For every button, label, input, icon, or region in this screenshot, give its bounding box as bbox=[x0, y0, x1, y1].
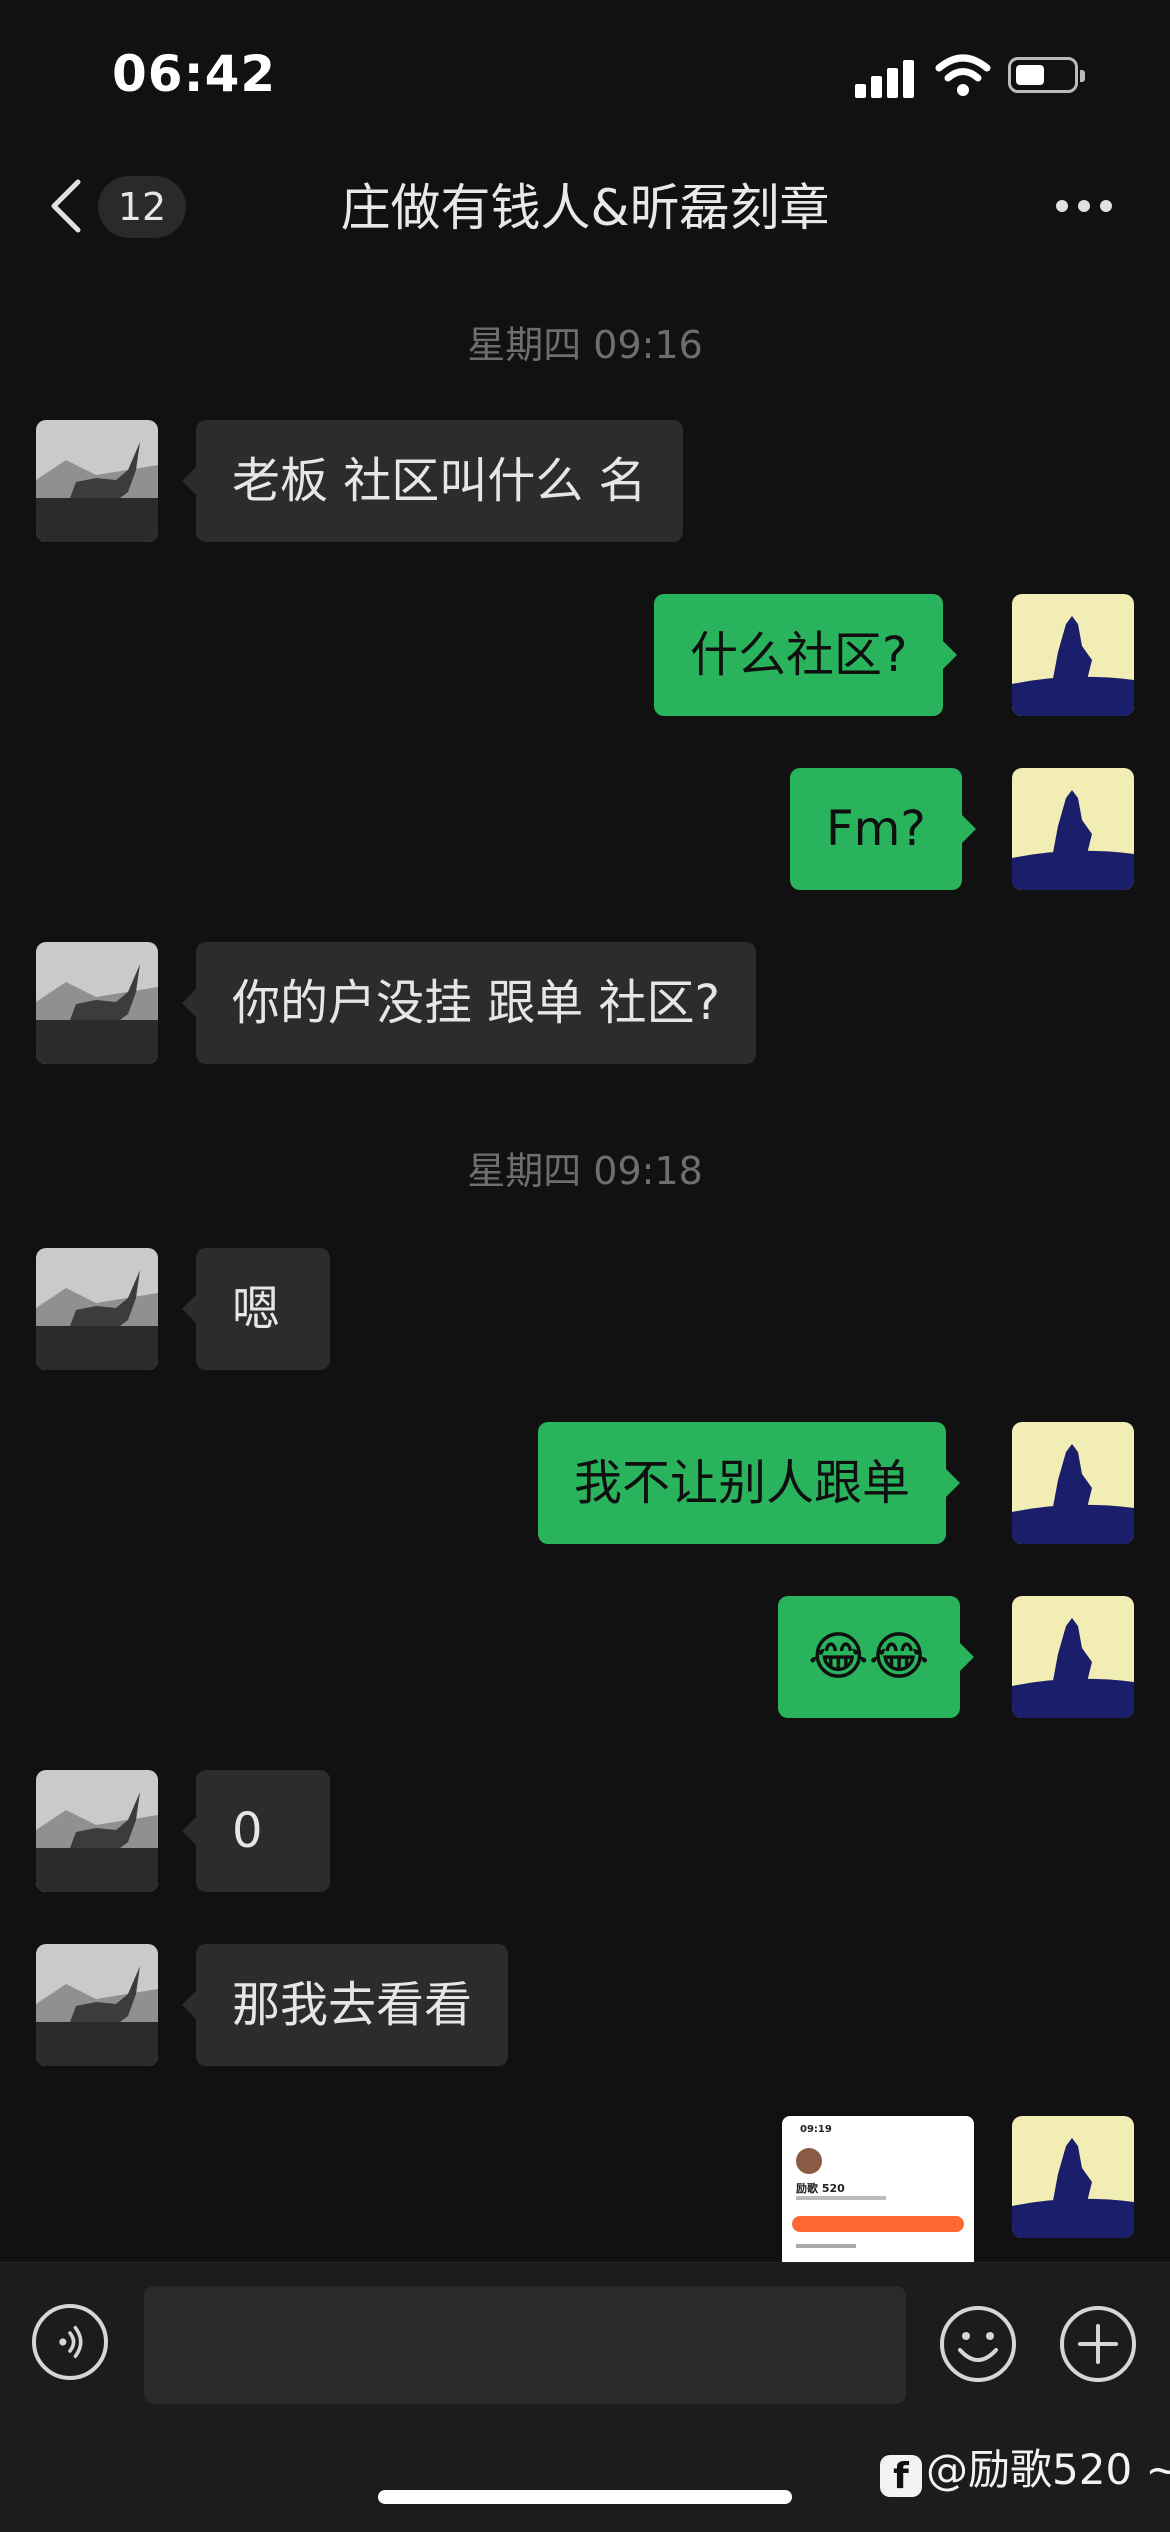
message-bubble-outgoing[interactable]: 😂😂 bbox=[778, 1596, 974, 1718]
contact-avatar[interactable] bbox=[36, 420, 158, 542]
unread-count-badge[interactable]: 12 bbox=[98, 176, 186, 238]
my-avatar[interactable] bbox=[1012, 1596, 1134, 1718]
thumbnail-row bbox=[796, 2244, 856, 2248]
message-bubble-outgoing[interactable]: Fm? bbox=[790, 768, 976, 890]
my-avatar[interactable] bbox=[1012, 2116, 1134, 2238]
timestamp: 星期四 09:16 bbox=[467, 323, 703, 367]
contact-avatar[interactable] bbox=[36, 1944, 158, 2066]
timestamp: 星期四 09:18 bbox=[467, 1149, 703, 1193]
thumbnail-stats bbox=[796, 2196, 886, 2200]
thumbnail-time: 09:19 bbox=[800, 2124, 832, 2135]
facebook-icon: f bbox=[880, 2455, 922, 2497]
my-avatar[interactable] bbox=[1012, 594, 1134, 716]
message-bubble-outgoing[interactable]: 什么社区? bbox=[654, 594, 958, 716]
thumbnail-avatar bbox=[796, 2148, 822, 2174]
watermark-text: @励歌520 ~ bbox=[926, 2445, 1170, 2494]
voice-icon[interactable] bbox=[32, 2304, 108, 2380]
contact-avatar[interactable] bbox=[36, 1248, 158, 1370]
thumbnail-name: 励歌 520 bbox=[796, 2182, 845, 2195]
chat-screen: 06:42 12 庄做有钱人&昕磊刻章 星期四 09:16 星期四 09:18 … bbox=[0, 0, 1170, 2532]
contact-avatar[interactable] bbox=[36, 1770, 158, 1892]
emoji-icon[interactable] bbox=[938, 2304, 1018, 2384]
watermark: f @励歌520 ~ bbox=[880, 2436, 1170, 2497]
cellular-signal-icon bbox=[855, 58, 915, 98]
plus-icon[interactable] bbox=[1058, 2304, 1138, 2384]
more-dots-icon[interactable] bbox=[1056, 200, 1114, 214]
message-bubble-incoming[interactable]: 嗯 bbox=[182, 1248, 330, 1370]
image-message-thumbnail[interactable]: 09:19 励歌 520 bbox=[782, 2116, 974, 2262]
thumbnail-button bbox=[792, 2216, 964, 2232]
message-bubble-incoming[interactable]: 那我去看看 bbox=[181, 1944, 509, 2066]
message-bubble-incoming[interactable]: 老板 社区叫什么 名 bbox=[182, 420, 683, 542]
message-input[interactable] bbox=[144, 2286, 906, 2404]
battery-icon bbox=[1008, 57, 1085, 93]
message-bubble-incoming[interactable]: 0 bbox=[182, 1770, 330, 1892]
message-bubble-incoming[interactable]: 你的户没挂 跟单 社区? bbox=[182, 942, 756, 1064]
wifi-icon bbox=[935, 54, 991, 96]
chat-title: 庄做有钱人&昕磊刻章 bbox=[340, 179, 830, 237]
home-indicator[interactable] bbox=[378, 2490, 792, 2504]
message-bubble-outgoing[interactable]: 我不让别人跟单 bbox=[538, 1422, 961, 1544]
contact-avatar[interactable] bbox=[36, 942, 158, 1064]
my-avatar[interactable] bbox=[1012, 768, 1134, 890]
back-button[interactable] bbox=[48, 178, 84, 234]
status-time: 06:42 bbox=[112, 45, 277, 103]
my-avatar[interactable] bbox=[1012, 1422, 1134, 1544]
